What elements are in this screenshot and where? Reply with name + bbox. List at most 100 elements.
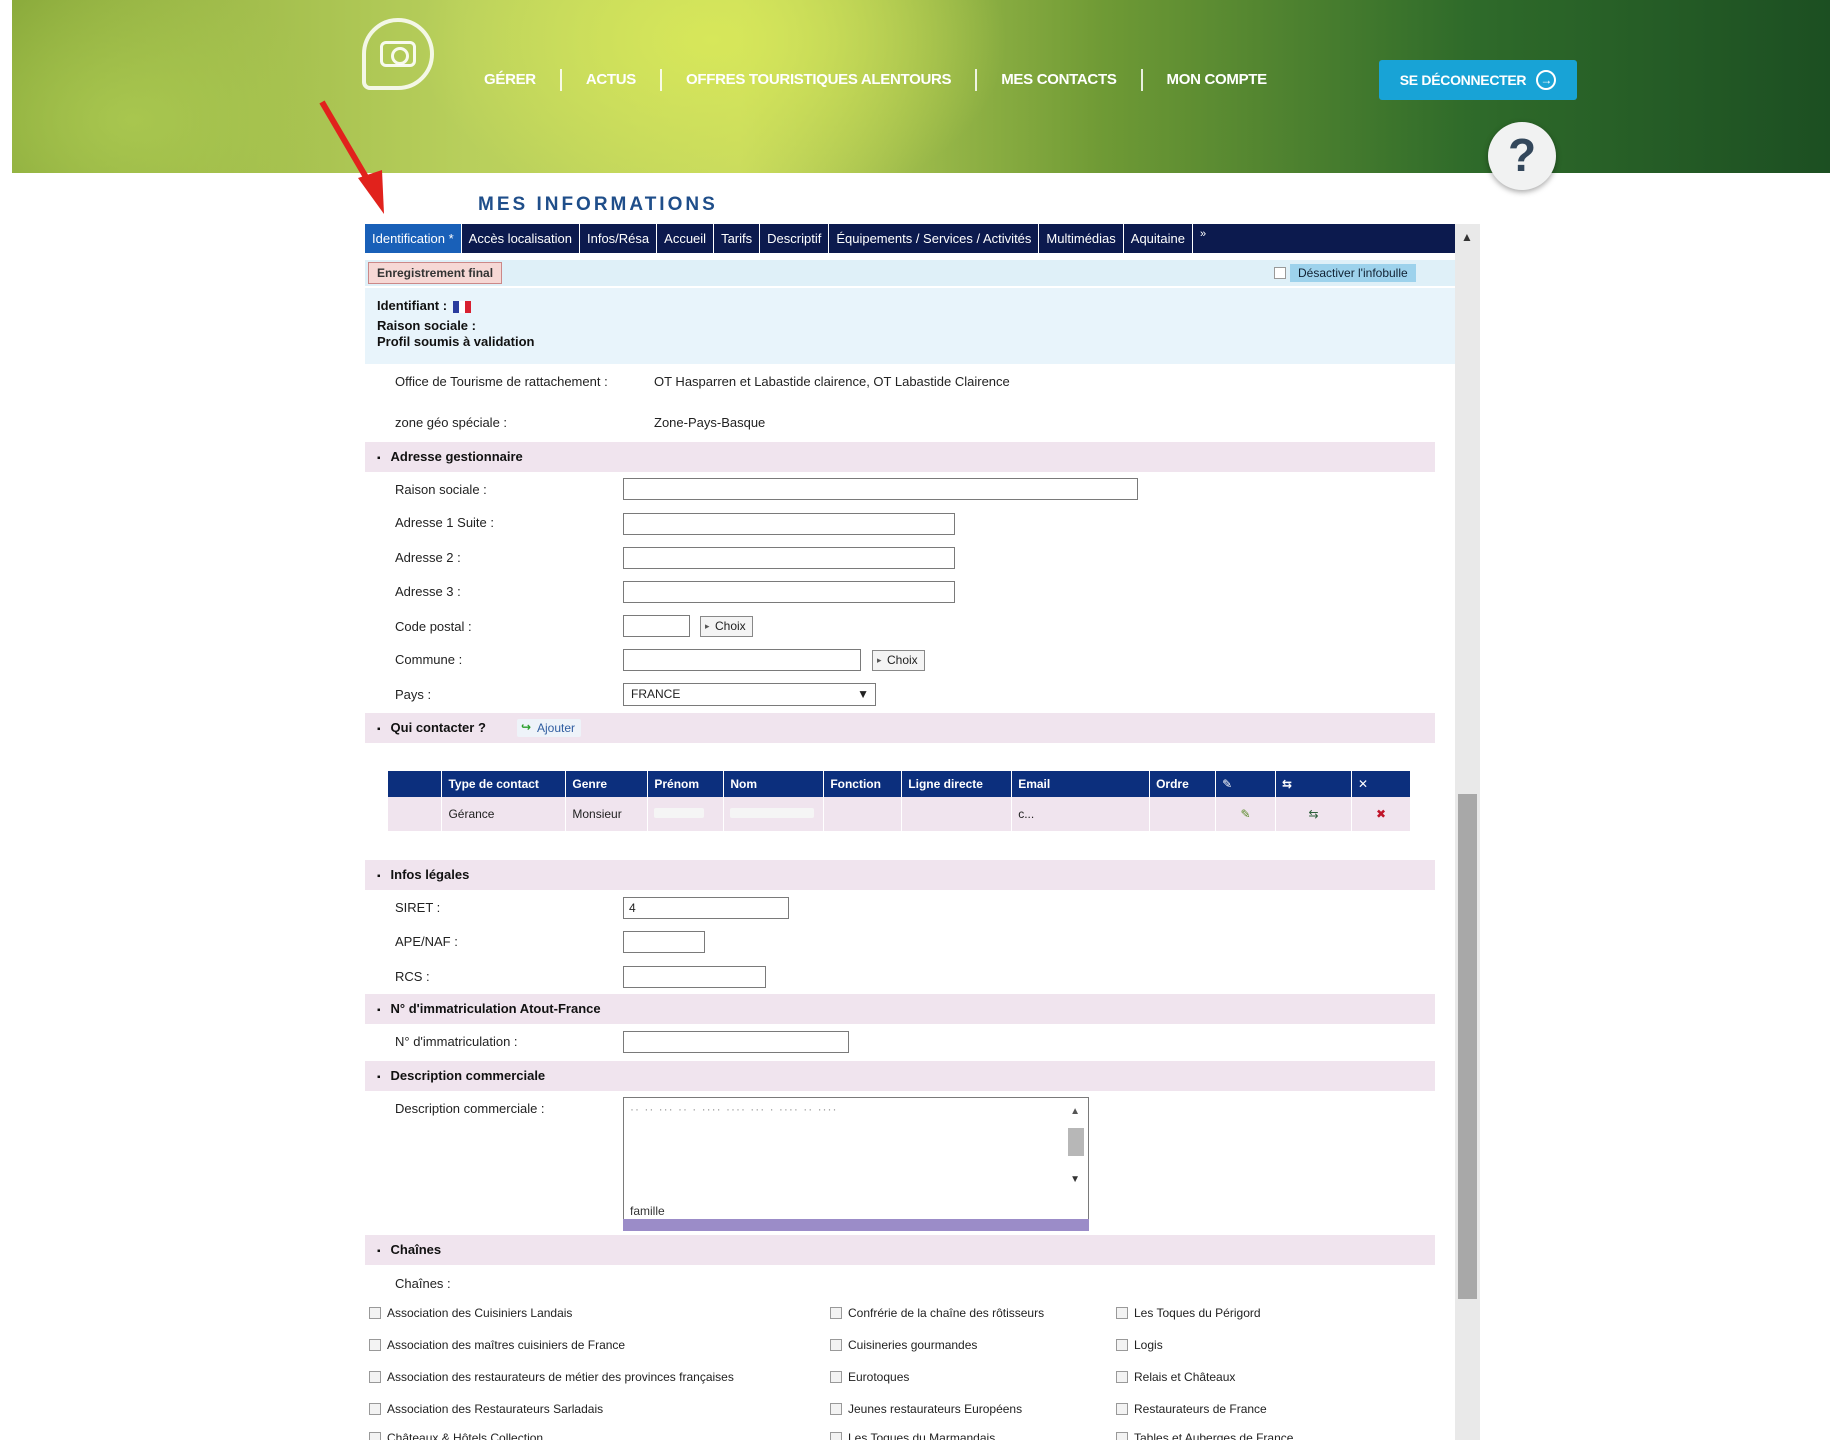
- chain-option[interactable]: Eurotoques: [830, 1370, 909, 1384]
- chain-option[interactable]: Association des maîtres cuisiniers de Fr…: [369, 1338, 625, 1352]
- scrollbar-thumb[interactable]: [1458, 794, 1477, 1299]
- chain-option[interactable]: Association des restaurateurs de métier …: [369, 1370, 734, 1384]
- nav-offres[interactable]: OFFRES TOURISTIQUES ALENTOURS: [660, 69, 975, 91]
- chain-option[interactable]: Jeunes restaurateurs Européens: [830, 1402, 1022, 1416]
- chain-checkbox[interactable]: [369, 1371, 381, 1383]
- cell-blank: [388, 797, 443, 831]
- chain-checkbox[interactable]: [369, 1403, 381, 1415]
- cell-ligne: [901, 797, 1013, 831]
- chain-label: Châteaux & Hôtels Collection: [387, 1431, 544, 1440]
- infobulle-toggle[interactable]: Désactiver l'infobulle: [1274, 264, 1416, 282]
- tab-multimedias[interactable]: Multimédias: [1039, 224, 1124, 253]
- chain-option[interactable]: Association des Restaurateurs Sarladais: [369, 1402, 603, 1416]
- textarea-resize-handle[interactable]: [623, 1219, 1089, 1231]
- chain-checkbox[interactable]: [1116, 1339, 1128, 1351]
- rcs-input[interactable]: [623, 966, 766, 988]
- section-adresse[interactable]: Adresse gestionnaire: [365, 442, 1435, 472]
- zone-value: Zone-Pays-Basque: [654, 415, 766, 430]
- chain-option[interactable]: Confrérie de la chaîne des rôtisseurs: [830, 1306, 1044, 1320]
- edit-icon[interactable]: ✎: [1215, 797, 1277, 831]
- cell-prenom: [647, 797, 725, 831]
- section-legal[interactable]: Infos légales: [365, 860, 1435, 890]
- tab-acces-localisation[interactable]: Accès localisation: [462, 224, 580, 253]
- nav-compte[interactable]: MON COMPTE: [1140, 69, 1291, 91]
- tab-equipements[interactable]: Équipements / Services / Activités: [829, 224, 1040, 253]
- chain-checkbox[interactable]: [830, 1403, 842, 1415]
- chain-label: Association des Restaurateurs Sarladais: [387, 1402, 604, 1416]
- chain-label: Cuisineries gourmandes: [848, 1338, 978, 1352]
- immatriculation-input[interactable]: [623, 1031, 849, 1053]
- chain-label: Jeunes restaurateurs Européens: [848, 1402, 1023, 1416]
- tab-accueil[interactable]: Accueil: [657, 224, 715, 253]
- chain-option[interactable]: Châteaux & Hôtels Collection: [369, 1431, 543, 1440]
- tab-tarifs[interactable]: Tarifs: [714, 224, 761, 253]
- chain-checkbox[interactable]: [830, 1371, 842, 1383]
- chain-checkbox[interactable]: [1116, 1307, 1128, 1319]
- ape-label: APE/NAF :: [395, 934, 458, 949]
- adresse2-input[interactable]: [623, 547, 955, 569]
- chain-checkbox[interactable]: [369, 1307, 381, 1319]
- page-scrollbar[interactable]: ▲: [1455, 224, 1480, 1440]
- chain-checkbox[interactable]: [369, 1339, 381, 1351]
- scroll-down-icon[interactable]: ▼: [1070, 1174, 1080, 1185]
- raison-sociale-label: Raison sociale :: [377, 318, 476, 333]
- tab-identification[interactable]: Identification *: [365, 224, 462, 253]
- adresse1-input[interactable]: [623, 513, 955, 535]
- arrow-right-icon: →: [1536, 70, 1557, 90]
- chain-checkbox[interactable]: [1116, 1371, 1128, 1383]
- dropdown-arrow-icon: ▼: [857, 687, 869, 701]
- chain-checkbox[interactable]: [369, 1432, 381, 1440]
- chain-checkbox[interactable]: [830, 1432, 842, 1440]
- identity-block: Identifiant : Raison sociale : Profil so…: [365, 288, 1455, 364]
- code-postal-choix-button[interactable]: Choix: [700, 616, 753, 637]
- section-atout-france[interactable]: N° d'immatriculation Atout-France: [365, 994, 1435, 1024]
- france-flag-icon: [453, 300, 472, 313]
- chain-checkbox[interactable]: [1116, 1432, 1128, 1440]
- scroll-up-icon[interactable]: ▲: [1461, 230, 1473, 244]
- ape-input[interactable]: [623, 931, 705, 953]
- chain-option[interactable]: Relais et Châteaux: [1116, 1370, 1235, 1384]
- tab-infos-resa[interactable]: Infos/Résa: [580, 224, 658, 253]
- zone-label: zone géo spéciale :: [395, 415, 508, 430]
- chain-option[interactable]: Association des Cuisiniers Landais: [369, 1306, 572, 1320]
- commune-input[interactable]: [623, 649, 861, 671]
- add-contact-button[interactable]: ↪ Ajouter: [517, 719, 582, 737]
- adresse3-input[interactable]: [623, 581, 955, 603]
- chain-checkbox[interactable]: [830, 1307, 842, 1319]
- chain-checkbox[interactable]: [830, 1339, 842, 1351]
- chain-option[interactable]: Les Toques du Périgord: [1116, 1306, 1261, 1320]
- tab-aquitaine[interactable]: Aquitaine: [1124, 224, 1193, 253]
- chain-option[interactable]: Logis: [1116, 1338, 1163, 1352]
- scroll-up-icon[interactable]: ▲: [1070, 1106, 1080, 1117]
- camera-logo-icon[interactable]: [362, 18, 434, 90]
- infobulle-checkbox[interactable]: [1274, 267, 1286, 279]
- cell-email: c...: [1011, 797, 1151, 831]
- chain-option[interactable]: Cuisineries gourmandes: [830, 1338, 977, 1352]
- textarea-scrollbar-thumb[interactable]: [1068, 1128, 1084, 1156]
- help-icon[interactable]: ?: [1488, 122, 1556, 190]
- code-postal-input[interactable]: [623, 615, 690, 637]
- chain-label: Les Toques du Marmandais: [848, 1431, 996, 1440]
- section-description[interactable]: Description commerciale: [365, 1061, 1435, 1091]
- chain-option[interactable]: Les Toques du Marmandais: [830, 1431, 995, 1440]
- section-chaines[interactable]: Chaînes: [365, 1235, 1435, 1265]
- chain-option[interactable]: Restaurateurs de France: [1116, 1402, 1267, 1416]
- pays-select[interactable]: FRANCE ▼: [623, 683, 876, 706]
- nav-contacts[interactable]: MES CONTACTS: [975, 69, 1140, 91]
- delete-icon[interactable]: ✖: [1351, 797, 1412, 831]
- tab-more[interactable]: »: [1193, 224, 1213, 253]
- chain-checkbox[interactable]: [1116, 1403, 1128, 1415]
- col-ordre: Ordre: [1149, 771, 1217, 797]
- description-last-line: famille: [630, 1204, 665, 1218]
- logout-button[interactable]: SE DÉCONNECTER →: [1379, 60, 1577, 100]
- commune-choix-button[interactable]: Choix: [872, 650, 925, 671]
- nav-actus[interactable]: ACTUS: [559, 69, 660, 91]
- raison-sociale-input[interactable]: [623, 478, 1138, 500]
- move-icon[interactable]: ⇆: [1275, 797, 1352, 831]
- chain-option[interactable]: Tables et Auberges de France: [1116, 1431, 1293, 1440]
- final-save-button[interactable]: Enregistrement final: [368, 262, 503, 284]
- siret-input[interactable]: 4: [623, 897, 789, 919]
- description-textarea[interactable]: ·· ·· ··· ·· · ···· ···· ··· · ···· ·· ·…: [623, 1097, 1089, 1221]
- nav-gerer[interactable]: GÉRER: [464, 69, 560, 91]
- tab-descriptif[interactable]: Descriptif: [760, 224, 830, 253]
